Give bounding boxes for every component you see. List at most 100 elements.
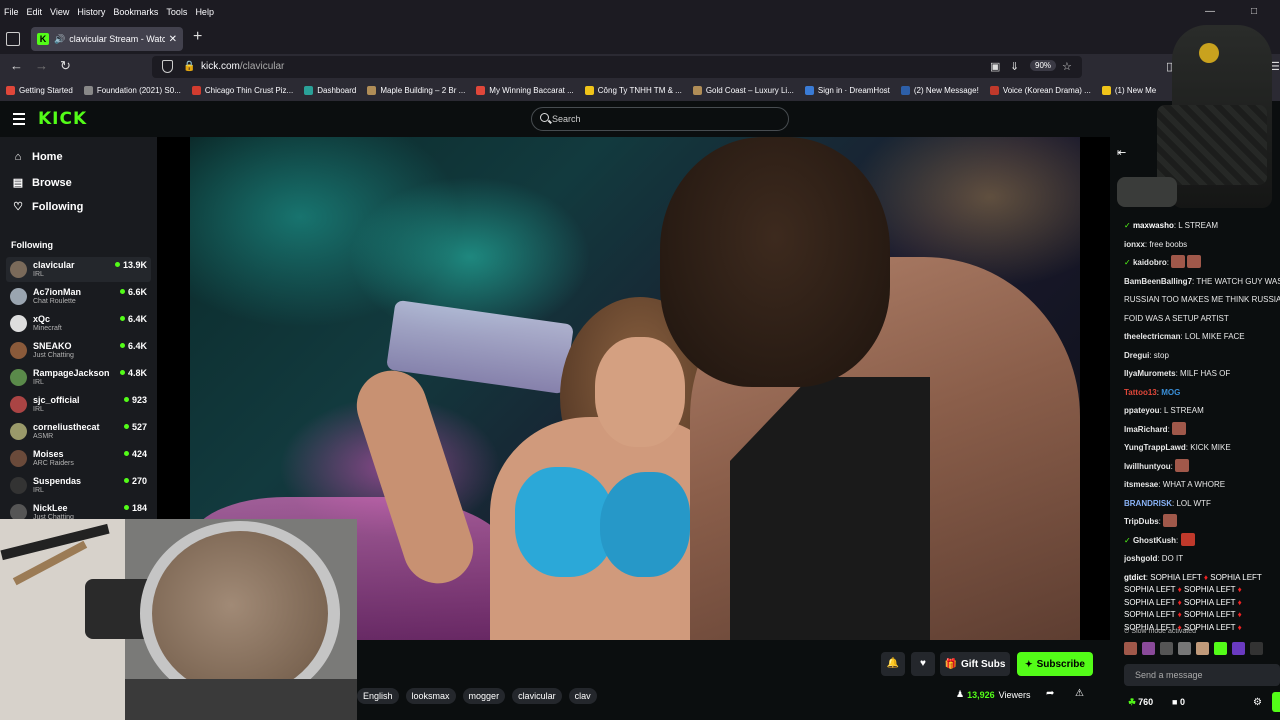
kick-logo[interactable]: KICK [38,109,87,129]
chat-username[interactable]: ionxx [1124,240,1145,249]
chat-username[interactable]: maxwasho [1133,221,1174,230]
url-text[interactable]: kick.com/clavicular [201,61,284,72]
chat-username[interactable]: IlyaMuromets [1124,369,1176,378]
emote-button[interactable] [1250,642,1263,655]
tag[interactable]: clav [568,688,597,704]
sidebar-item-following[interactable]: ♡ Following [12,200,83,214]
gift-subs-button[interactable]: 🎁 Gift Subs [940,652,1010,676]
bookmark[interactable]: (2) New Message! [900,86,979,95]
reload-icon[interactable]: ↻ [60,58,71,74]
sidebar-item-label: Browse [32,176,72,189]
new-tab-icon[interactable]: + [193,28,202,46]
close-tab-icon[interactable]: ✕ [169,34,177,45]
chat-username[interactable]: itsmesae [1124,480,1158,489]
tracking-shield-icon[interactable] [162,60,173,73]
channel-item[interactable]: RampageJackson IRL 4.8K [6,365,151,390]
sidebar-item-browse[interactable]: ▤ Browse [12,176,72,190]
forward-icon[interactable]: → [35,58,48,73]
minimize-icon[interactable]: — [1192,0,1228,24]
menu-help[interactable]: Help [195,7,214,17]
sidebar-item-home[interactable]: ⌂ Home [12,151,63,163]
save-page-icon[interactable]: ⇓ [1010,60,1019,73]
back-icon[interactable]: ← [10,58,23,73]
emote-button[interactable] [1196,642,1209,655]
chat-text: LOL WTF [1176,498,1211,508]
channel-item[interactable]: corneliusthecat ASMR 527 [6,419,151,444]
menu-icon[interactable] [13,113,25,128]
chat-username[interactable]: ImaRichard [1124,425,1168,434]
speaker-icon[interactable]: 🔊 [54,34,65,45]
menu-file[interactable]: File [4,7,19,17]
gear-icon[interactable]: ⚙ [1253,697,1262,708]
bookmark[interactable]: Dashboard [304,86,356,95]
report-icon[interactable]: ⚠ [1075,688,1084,699]
emote-button[interactable] [1232,642,1245,655]
bookmark[interactable]: Foundation (2021) S0... [83,86,181,95]
channel-item[interactable]: Ac7ionMan Chat Roulette 6.6K [6,284,151,309]
bookmark[interactable]: Chicago Thin Crust Piz... [191,86,293,95]
channel-points[interactable]: ☘ 760 [1128,697,1153,708]
bookmark[interactable]: Getting Started [6,86,73,95]
chat-username[interactable]: Tattoo13 [1124,388,1157,397]
channel-item[interactable]: Suspendas IRL 270 [6,473,151,498]
maximize-icon[interactable]: □ [1236,0,1272,24]
emote-button[interactable] [1160,642,1173,655]
lock-icon[interactable]: 🔒 [183,61,195,72]
channel-item[interactable]: Moises ARC Raiders 424 [6,446,151,471]
notification-bell-button[interactable]: 🔔 [881,652,905,676]
share-icon[interactable]: ➦ [1046,688,1054,699]
menu-history[interactable]: History [77,7,105,17]
bookmark[interactable]: My Winning Baccarat ... [476,86,574,95]
chat-username[interactable]: YungTrappLawd [1124,443,1186,452]
menu-bookmarks[interactable]: Bookmarks [113,7,158,17]
menu-edit[interactable]: Edit [27,7,43,17]
chat-input[interactable] [1124,664,1274,686]
star-icon: ✦ [1025,658,1033,669]
chat-username[interactable]: ppateyou [1124,406,1160,415]
chat-username[interactable]: Dregui [1124,351,1149,360]
search-box[interactable] [531,107,789,131]
channel-item[interactable]: SNEAKO Just Chatting 6.4K [6,338,151,363]
chat-username[interactable]: BamBeenBalling7 [1124,277,1192,286]
star-icon[interactable]: ☆ [1062,60,1072,73]
menu-view[interactable]: View [50,7,69,17]
chat-username[interactable]: kaidobro [1133,258,1167,267]
menu-tools[interactable]: Tools [166,7,187,17]
follow-button[interactable]: ♥ [911,652,935,676]
tag[interactable]: English [357,688,399,704]
zoom-level[interactable]: 90% [1030,60,1057,71]
bookmark[interactable]: Sign in · DreamHost [804,86,890,95]
emote-button[interactable] [1142,642,1155,655]
chat-username[interactable]: GhostKush [1133,536,1176,545]
bookmark[interactable]: Voice (Korean Drama) ... [989,86,1091,95]
emote-button[interactable] [1178,642,1191,655]
url-bar[interactable]: 🔒 kick.com/clavicular ▣ ⇓ 90% ☆ [152,56,1082,78]
channel-item[interactable]: xQc Minecraft 6.4K [6,311,151,336]
emote-button[interactable] [1124,642,1137,655]
emote-button[interactable] [1214,642,1227,655]
chat-input-box[interactable] [1124,664,1280,686]
channel-item[interactable]: sjc_official IRL 923 [6,392,151,417]
tag[interactable]: clavicular [512,688,562,704]
send-chat-button[interactable] [1272,692,1280,712]
chat-username[interactable]: BRANDRISK [1124,499,1172,508]
stream-tags: English looksmax mogger clavicular clav [357,688,604,704]
chat-username[interactable]: TripDubs [1124,517,1159,526]
chat-username[interactable]: joshgold [1124,554,1157,563]
chat-username[interactable]: theelectricman [1124,332,1180,341]
tab-list-icon[interactable] [6,32,20,46]
bookmark[interactable]: Gold Coast – Luxury Li... [692,86,794,95]
reader-icon[interactable]: ▣ [990,60,1000,73]
tag[interactable]: mogger [462,688,506,704]
chat-username[interactable]: gtdict [1124,573,1146,582]
browser-tab[interactable]: K 🔊 clavicular Stream - Watch L ✕ [31,27,183,51]
channel-item[interactable]: clavicular IRL 13.9K [6,257,151,282]
bookmark[interactable]: Maple Building – 2 Br ... [367,86,465,95]
search-input[interactable] [552,110,772,128]
bookmark[interactable]: Công Ty TNHH TM & ... [584,86,682,95]
chat-username[interactable]: lwillhuntyou [1124,462,1171,471]
kicks-balance[interactable]: ■ 0 [1172,697,1185,707]
tag[interactable]: looksmax [405,688,456,704]
subscribe-button[interactable]: ✦ Subscribe [1017,652,1093,676]
bookmark-label: Getting Started [19,86,73,95]
